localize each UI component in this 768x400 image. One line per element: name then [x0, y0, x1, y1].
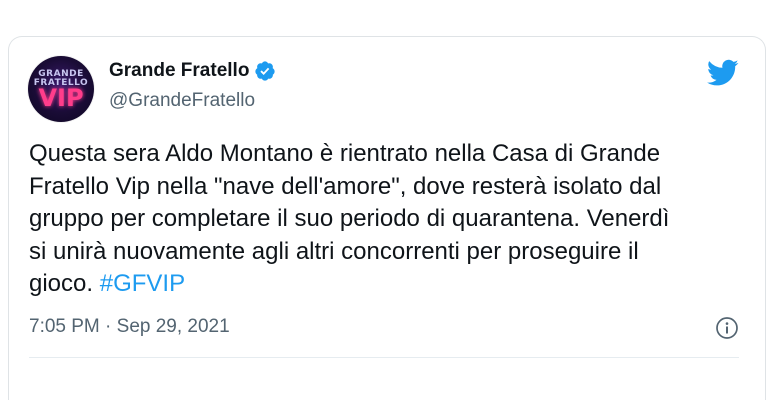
- tweet-timestamp[interactable]: 7:05 PM · Sep 29, 2021: [29, 316, 230, 338]
- author-name-row[interactable]: Grande Fratello: [109, 60, 276, 82]
- verified-badge-icon: [255, 61, 276, 81]
- info-icon[interactable]: [715, 316, 739, 340]
- tweet-card[interactable]: GRANDE FRATELLO VIP Grande Fratello @Gra…: [8, 36, 766, 400]
- tweet-text-line: si unirà nuovamente agli altri concorren…: [29, 237, 639, 265]
- tweet-text-line: Questa sera Aldo Montano è rientrato nel…: [29, 140, 661, 167]
- avatar[interactable]: GRANDE FRATELLO VIP: [28, 56, 94, 122]
- tweet-text-line: gruppo per completare il suo periodo di …: [29, 205, 670, 232]
- tweet-text-line: Fratello Vip nella "nave dell'amore", do…: [29, 172, 662, 200]
- hashtag-link[interactable]: #GFVIP: [100, 270, 185, 297]
- twitter-bird-icon[interactable]: [707, 59, 739, 87]
- tweet-text-line: gioco.: [29, 270, 94, 297]
- author-handle[interactable]: @GrandeFratello: [109, 90, 255, 112]
- author-name[interactable]: Grande Fratello: [109, 60, 249, 82]
- avatar-logo-vip: VIP: [38, 84, 84, 112]
- divider: [29, 357, 739, 358]
- tweet-text: Questa sera Aldo Montano è rientrato nel…: [29, 138, 749, 301]
